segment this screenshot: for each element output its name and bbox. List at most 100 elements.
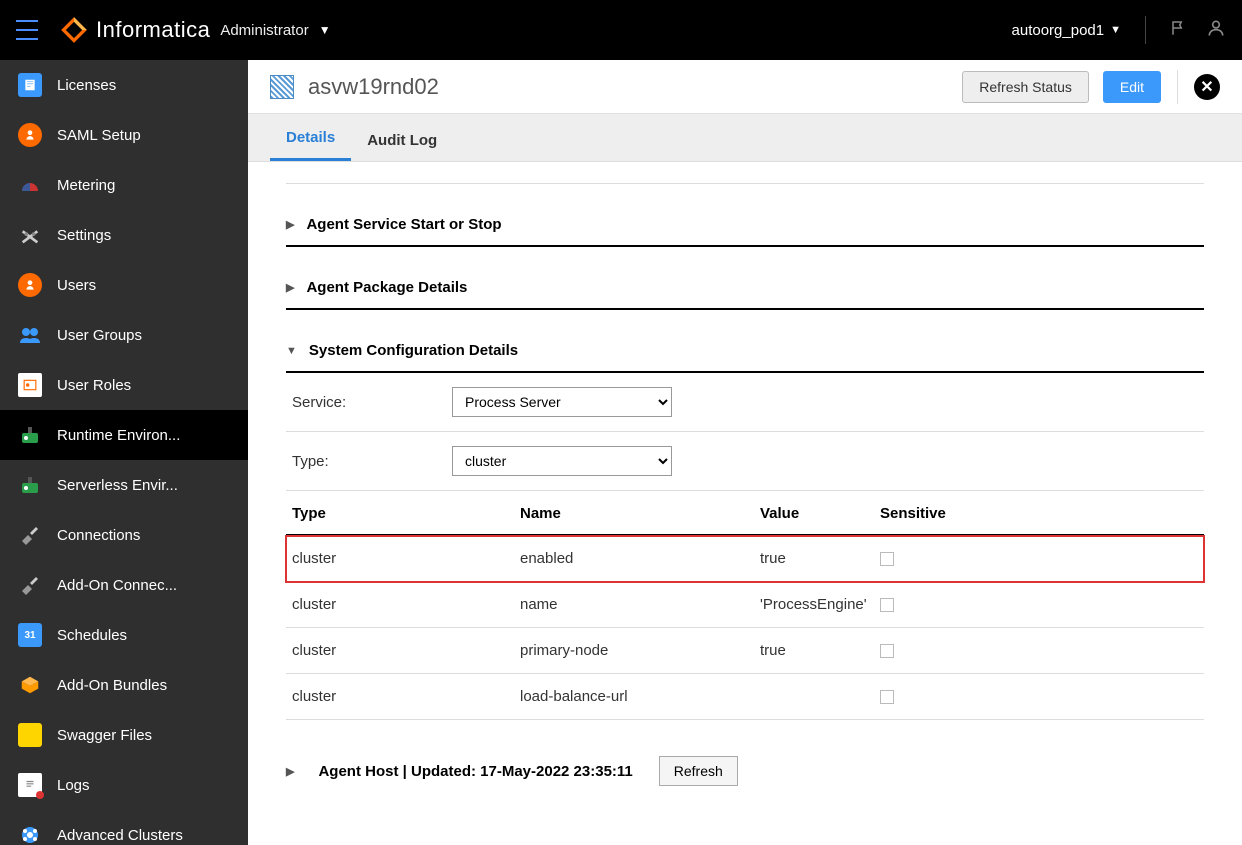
sidebar-item-swagger[interactable]: Swagger Files xyxy=(0,710,248,760)
header-sensitive: Sensitive xyxy=(880,505,960,522)
table-row[interactable]: clusterload-balance-url xyxy=(286,674,1204,720)
cell-value: true xyxy=(760,550,880,567)
sidebar-item-label: Swagger Files xyxy=(57,727,152,744)
org-name: autoorg_pod1 xyxy=(1012,22,1105,39)
clusters-icon xyxy=(18,823,42,845)
cell-name: name xyxy=(520,596,760,613)
section-title: Agent Service Start or Stop xyxy=(306,216,501,233)
sidebar-item-logs[interactable]: Logs xyxy=(0,760,248,810)
sidebar-item-bundles[interactable]: Add-On Bundles xyxy=(0,660,248,710)
type-select[interactable]: cluster xyxy=(452,446,672,476)
cell-sensitive xyxy=(880,598,960,612)
sidebar-item-serverless[interactable]: Serverless Envir... xyxy=(0,460,248,510)
triangle-down-icon: ▼ xyxy=(286,345,297,357)
sidebar-item-metering[interactable]: Metering xyxy=(0,160,248,210)
cell-value: 'ProcessEngine' xyxy=(760,596,880,613)
checkbox[interactable] xyxy=(880,690,894,704)
licenses-icon xyxy=(18,73,42,97)
sidebar-item-label: Metering xyxy=(57,177,115,194)
triangle-right-icon: ▶ xyxy=(286,281,294,294)
role-label[interactable]: Administrator xyxy=(220,22,308,39)
logo: Informatica xyxy=(60,16,210,44)
table-header: Type Name Value Sensitive xyxy=(286,491,1204,536)
chevron-down-icon[interactable]: ▼ xyxy=(319,23,331,37)
sidebar-item-label: Licenses xyxy=(57,77,116,94)
flag-icon[interactable] xyxy=(1170,19,1188,42)
sidebar-item-label: Users xyxy=(57,277,96,294)
sidebar-item-connections[interactable]: Connections xyxy=(0,510,248,560)
triangle-right-icon[interactable]: ▶ xyxy=(286,765,294,778)
cell-name: load-balance-url xyxy=(520,688,760,705)
user-icon[interactable] xyxy=(1206,18,1226,43)
tab-details[interactable]: Details xyxy=(270,117,351,161)
refresh-status-button[interactable]: Refresh Status xyxy=(962,71,1089,103)
runtime-icon xyxy=(18,423,42,447)
sidebar-item-addonconn[interactable]: Add-On Connec... xyxy=(0,560,248,610)
cell-value: true xyxy=(760,642,880,659)
checkbox[interactable] xyxy=(880,644,894,658)
header-type: Type xyxy=(292,505,520,522)
sidebar-item-label: SAML Setup xyxy=(57,127,141,144)
sidebar-item-runtime[interactable]: Runtime Environ... xyxy=(0,410,248,460)
section-system-config[interactable]: ▼System Configuration Details xyxy=(286,342,1204,373)
menu-icon[interactable] xyxy=(16,20,40,40)
header-name: Name xyxy=(520,505,760,522)
service-select[interactable]: Process Server xyxy=(452,387,672,417)
sidebar-item-label: Settings xyxy=(57,227,111,244)
cell-type: cluster xyxy=(292,596,520,613)
sidebar-item-label: User Roles xyxy=(57,377,131,394)
close-icon[interactable]: ✕ xyxy=(1194,74,1220,100)
settings-icon xyxy=(18,223,42,247)
divider xyxy=(1177,70,1178,104)
sidebar-item-licenses[interactable]: Licenses xyxy=(0,60,248,110)
section-agent-package[interactable]: ▶ Agent Package Details xyxy=(286,279,1204,310)
sidebar-item-label: Connections xyxy=(57,527,140,544)
table-row[interactable]: clustername'ProcessEngine' xyxy=(286,582,1204,628)
tab-audit-log[interactable]: Audit Log xyxy=(351,120,453,161)
content: ▶ Agent Service Start or Stop ▶ Agent Pack… xyxy=(248,162,1242,845)
agent-host-label: Agent Host | Updated: 17-May-2022 23:35:… xyxy=(318,763,632,780)
page-title: asvw19rnd02 xyxy=(308,74,439,100)
divider xyxy=(286,172,1204,184)
sidebar-item-label: Runtime Environ... xyxy=(57,427,180,444)
sidebar-item-schedules[interactable]: 31 Schedules xyxy=(0,610,248,660)
sidebar-item-label: Schedules xyxy=(57,627,127,644)
toolbar: asvw19rnd02 Refresh Status Edit ✕ xyxy=(248,60,1242,114)
checkbox[interactable] xyxy=(880,552,894,566)
informatica-logo-icon xyxy=(60,16,88,44)
table-row[interactable]: clusterenabledtrue xyxy=(286,536,1204,582)
metering-icon xyxy=(18,173,42,197)
sidebar-item-users[interactable]: Users xyxy=(0,260,248,310)
edit-button[interactable]: Edit xyxy=(1103,71,1161,103)
swagger-icon xyxy=(18,723,42,747)
sidebar-item-saml[interactable]: SAML Setup xyxy=(0,110,248,160)
sidebar-item-usergroups[interactable]: User Groups xyxy=(0,310,248,360)
addon-conn-icon xyxy=(18,573,42,597)
cell-sensitive xyxy=(880,644,960,658)
checkbox[interactable] xyxy=(880,598,894,612)
sidebar: Licenses SAML Setup Metering Settings Us… xyxy=(0,60,248,845)
sidebar-item-userroles[interactable]: User Roles xyxy=(0,360,248,410)
connections-icon xyxy=(18,523,42,547)
sidebar-item-label: Add-On Connec... xyxy=(57,577,177,594)
sidebar-item-label: Advanced Clusters xyxy=(57,827,183,844)
org-dropdown[interactable]: autoorg_pod1 ▼ xyxy=(1012,22,1121,39)
config-row-type: Type: cluster xyxy=(286,432,1204,491)
sidebar-item-settings[interactable]: Settings xyxy=(0,210,248,260)
section-title: Agent Package Details xyxy=(306,279,467,296)
type-label: Type: xyxy=(292,453,452,470)
cell-type: cluster xyxy=(292,688,520,705)
triangle-right-icon: ▶ xyxy=(286,218,294,231)
cell-type: cluster xyxy=(292,642,520,659)
cell-name: primary-node xyxy=(520,642,760,659)
service-label: Service: xyxy=(292,394,452,411)
schedules-icon: 31 xyxy=(18,623,42,647)
users-icon xyxy=(18,273,42,297)
divider xyxy=(1145,16,1146,44)
refresh-button[interactable]: Refresh xyxy=(659,756,738,786)
table-row[interactable]: clusterprimary-nodetrue xyxy=(286,628,1204,674)
main: asvw19rnd02 Refresh Status Edit ✕ Detail… xyxy=(248,60,1242,845)
section-agent-service[interactable]: ▶ Agent Service Start or Stop xyxy=(286,216,1204,247)
sidebar-item-label: Serverless Envir... xyxy=(57,477,178,494)
sidebar-item-clusters[interactable]: Advanced Clusters xyxy=(0,810,248,845)
